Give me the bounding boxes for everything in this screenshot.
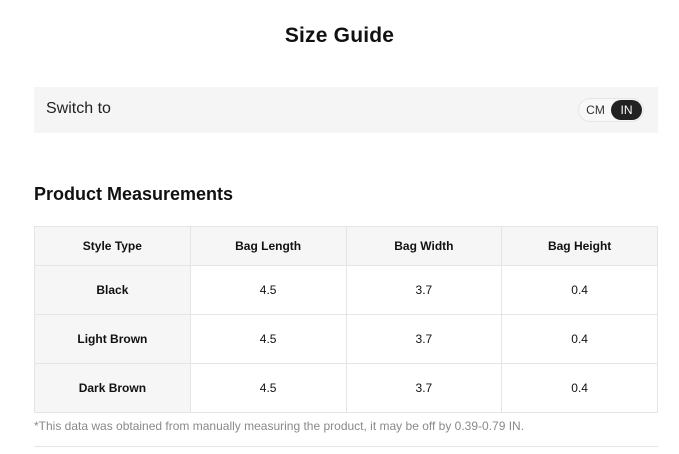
table-header-row: Style Type Bag Length Bag Width Bag Heig…	[34, 226, 658, 266]
unit-option-cm[interactable]: CM	[580, 100, 611, 120]
column-header-style-type: Style Type	[34, 226, 191, 266]
column-header-bag-length: Bag Length	[189, 226, 347, 266]
bag-width-cell: 3.7	[345, 363, 503, 413]
bag-length-cell: 4.5	[189, 314, 347, 364]
divider	[34, 446, 658, 447]
bag-length-cell: 4.5	[189, 265, 347, 315]
table-row: Black 4.5 3.7 0.4	[34, 265, 658, 315]
measurements-table: Style Type Bag Length Bag Width Bag Heig…	[34, 226, 658, 413]
table-row: Light Brown 4.5 3.7 0.4	[34, 314, 658, 364]
measurement-disclaimer: *This data was obtained from manually me…	[34, 419, 525, 433]
column-header-bag-height: Bag Height	[501, 226, 658, 266]
bag-height-cell: 0.4	[501, 265, 658, 315]
table-row: Dark Brown 4.5 3.7 0.4	[34, 363, 658, 413]
style-type-cell: Light Brown	[34, 314, 191, 364]
style-type-cell: Black	[34, 265, 191, 315]
bag-height-cell: 0.4	[501, 314, 658, 364]
bag-width-cell: 3.7	[345, 314, 503, 364]
bag-width-cell: 3.7	[345, 265, 503, 315]
style-type-cell: Dark Brown	[34, 363, 191, 413]
bag-height-cell: 0.4	[501, 363, 658, 413]
section-title: Product Measurements	[34, 184, 234, 204]
column-header-bag-width: Bag Width	[345, 226, 503, 266]
page-title: Size Guide	[284, 24, 395, 47]
unit-switch-bar: Switch to CM IN	[34, 87, 658, 133]
bag-length-cell: 4.5	[189, 363, 347, 413]
switch-label: Switch to	[46, 100, 111, 117]
unit-option-in[interactable]: IN	[611, 100, 642, 120]
unit-toggle[interactable]: CM IN	[578, 98, 644, 122]
